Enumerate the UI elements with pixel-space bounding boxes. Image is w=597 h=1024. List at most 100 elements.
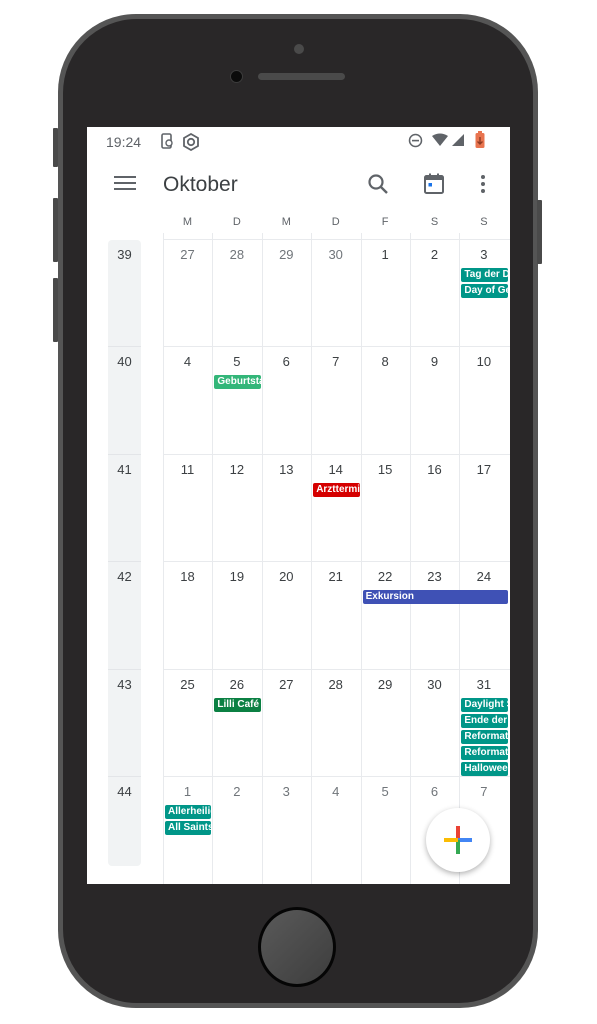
event-chip[interactable]: Daylight Saving Time ends <box>461 697 508 712</box>
day-cell[interactable]: 18 <box>163 569 212 584</box>
week-divider <box>108 668 141 670</box>
proximity-sensor <box>294 44 304 54</box>
weekday-label: D <box>232 216 241 228</box>
week-divider <box>108 776 141 777</box>
day-cell[interactable]: 21 <box>311 569 360 584</box>
day-cell[interactable]: 3 <box>262 784 311 799</box>
day-cell[interactable]: 2 <box>212 784 261 799</box>
signal-icon <box>451 133 465 151</box>
screen: 19:24 Oktober MDMDFSS 39 27 28 29 30 1 2… <box>87 127 510 884</box>
day-cell[interactable]: 2 <box>410 247 459 262</box>
more-options-icon[interactable] <box>471 172 495 196</box>
day-cell[interactable]: 20 <box>262 569 311 584</box>
day-cell[interactable]: 13 <box>262 462 311 477</box>
week-number: 41 <box>117 461 132 477</box>
weekday-label: M <box>281 216 291 228</box>
day-cell[interactable]: 17 <box>459 462 508 477</box>
row-divider <box>163 453 510 455</box>
weekday-label: S <box>430 216 439 228</box>
event-chip[interactable]: Halloween <box>461 761 508 776</box>
day-cell[interactable]: 25 <box>163 677 212 692</box>
event-chip[interactable]: Geburtstag <box>214 375 261 390</box>
wifi-icon <box>431 133 449 151</box>
day-cell[interactable]: 5 <box>361 784 410 799</box>
week-number: 43 <box>117 676 132 692</box>
row-divider <box>163 776 510 777</box>
day-cell[interactable]: 4 <box>311 784 360 799</box>
event-chip[interactable]: Lilli Café <box>214 697 261 712</box>
day-cell[interactable]: 28 <box>212 247 261 262</box>
week-number: 39 <box>117 247 132 262</box>
row-divider <box>163 239 510 240</box>
event-chip[interactable]: Day of German Unity <box>461 284 508 298</box>
week-divider <box>108 346 141 348</box>
day-cell[interactable]: 7 <box>459 784 508 799</box>
mute-switch <box>53 128 58 167</box>
event-chip[interactable]: All Saints' Day <box>165 821 212 835</box>
day-cell[interactable]: 4 <box>163 354 212 369</box>
weekday-label: M <box>182 216 193 228</box>
do-not-disturb-icon <box>408 133 423 152</box>
event-chip[interactable]: Arzttermin <box>313 482 360 497</box>
day-cell[interactable]: 6 <box>262 354 311 369</box>
day-cell[interactable]: 23 <box>410 569 459 584</box>
status-time: 19:24 <box>106 134 142 150</box>
day-cell[interactable]: 24 <box>459 569 508 584</box>
day-cell[interactable]: 8 <box>361 354 410 369</box>
event-chip[interactable]: Reformationstag <box>461 729 508 744</box>
day-cell[interactable]: 6 <box>410 784 459 799</box>
day-cell[interactable]: 1 <box>361 247 410 262</box>
search-icon[interactable] <box>366 172 390 196</box>
day-cell[interactable]: 1 <box>163 784 212 799</box>
day-cell[interactable]: 14 <box>311 462 360 477</box>
home-button[interactable] <box>258 907 336 987</box>
day-cell[interactable]: 27 <box>262 677 311 692</box>
status-bar: 19:24 <box>87 127 510 155</box>
day-cell[interactable]: 30 <box>410 677 459 692</box>
day-cell[interactable]: 11 <box>163 462 212 477</box>
volume-up-button <box>53 198 58 262</box>
menu-icon[interactable] <box>114 176 136 192</box>
event-chip[interactable]: Exkursion <box>362 590 508 605</box>
event-chip[interactable]: Ende der Sommerzeit <box>461 713 508 728</box>
row-divider <box>163 561 510 563</box>
day-cell[interactable]: 5 <box>212 354 261 369</box>
day-cell[interactable]: 29 <box>361 677 410 692</box>
day-cell[interactable]: 16 <box>410 462 459 477</box>
day-cell[interactable]: 12 <box>212 462 261 477</box>
month-title[interactable]: Oktober <box>163 173 238 197</box>
week-number: 42 <box>117 569 132 585</box>
week-number-column <box>108 240 141 866</box>
earpiece-speaker <box>258 73 345 80</box>
day-cell[interactable]: 19 <box>212 569 261 584</box>
day-cell[interactable]: 30 <box>311 247 360 262</box>
day-cell[interactable]: 22 <box>361 569 410 584</box>
front-camera <box>230 70 243 83</box>
today-icon[interactable] <box>422 172 446 196</box>
day-cell[interactable]: 9 <box>410 354 459 369</box>
create-event-button[interactable] <box>426 808 490 872</box>
week-divider <box>108 453 141 455</box>
day-cell[interactable]: 3 <box>459 247 508 262</box>
day-cell[interactable]: 26 <box>212 677 261 692</box>
day-cell[interactable]: 31 <box>459 677 508 692</box>
hexagon-settings-icon <box>182 132 200 155</box>
row-divider <box>163 346 510 348</box>
day-cell[interactable]: 29 <box>262 247 311 262</box>
event-chip[interactable]: Reformation Day <box>461 745 508 760</box>
event-chip[interactable]: Tag der Deutschen Einheit <box>461 268 508 282</box>
day-cell[interactable]: 10 <box>459 354 508 369</box>
plus-icon <box>444 826 472 854</box>
weekday-label: F <box>381 216 389 228</box>
day-cell[interactable]: 28 <box>311 677 360 692</box>
day-cell[interactable]: 7 <box>311 354 360 369</box>
week-number: 44 <box>117 784 132 799</box>
battery-icon <box>475 131 485 153</box>
week-divider <box>108 561 141 563</box>
day-cell[interactable]: 15 <box>361 462 410 477</box>
app-bar: Oktober <box>87 159 510 209</box>
event-chip[interactable]: Allerheiligen <box>165 805 212 819</box>
day-cell[interactable]: 27 <box>163 247 212 262</box>
weekday-label: S <box>480 216 488 228</box>
row-divider <box>163 668 510 670</box>
